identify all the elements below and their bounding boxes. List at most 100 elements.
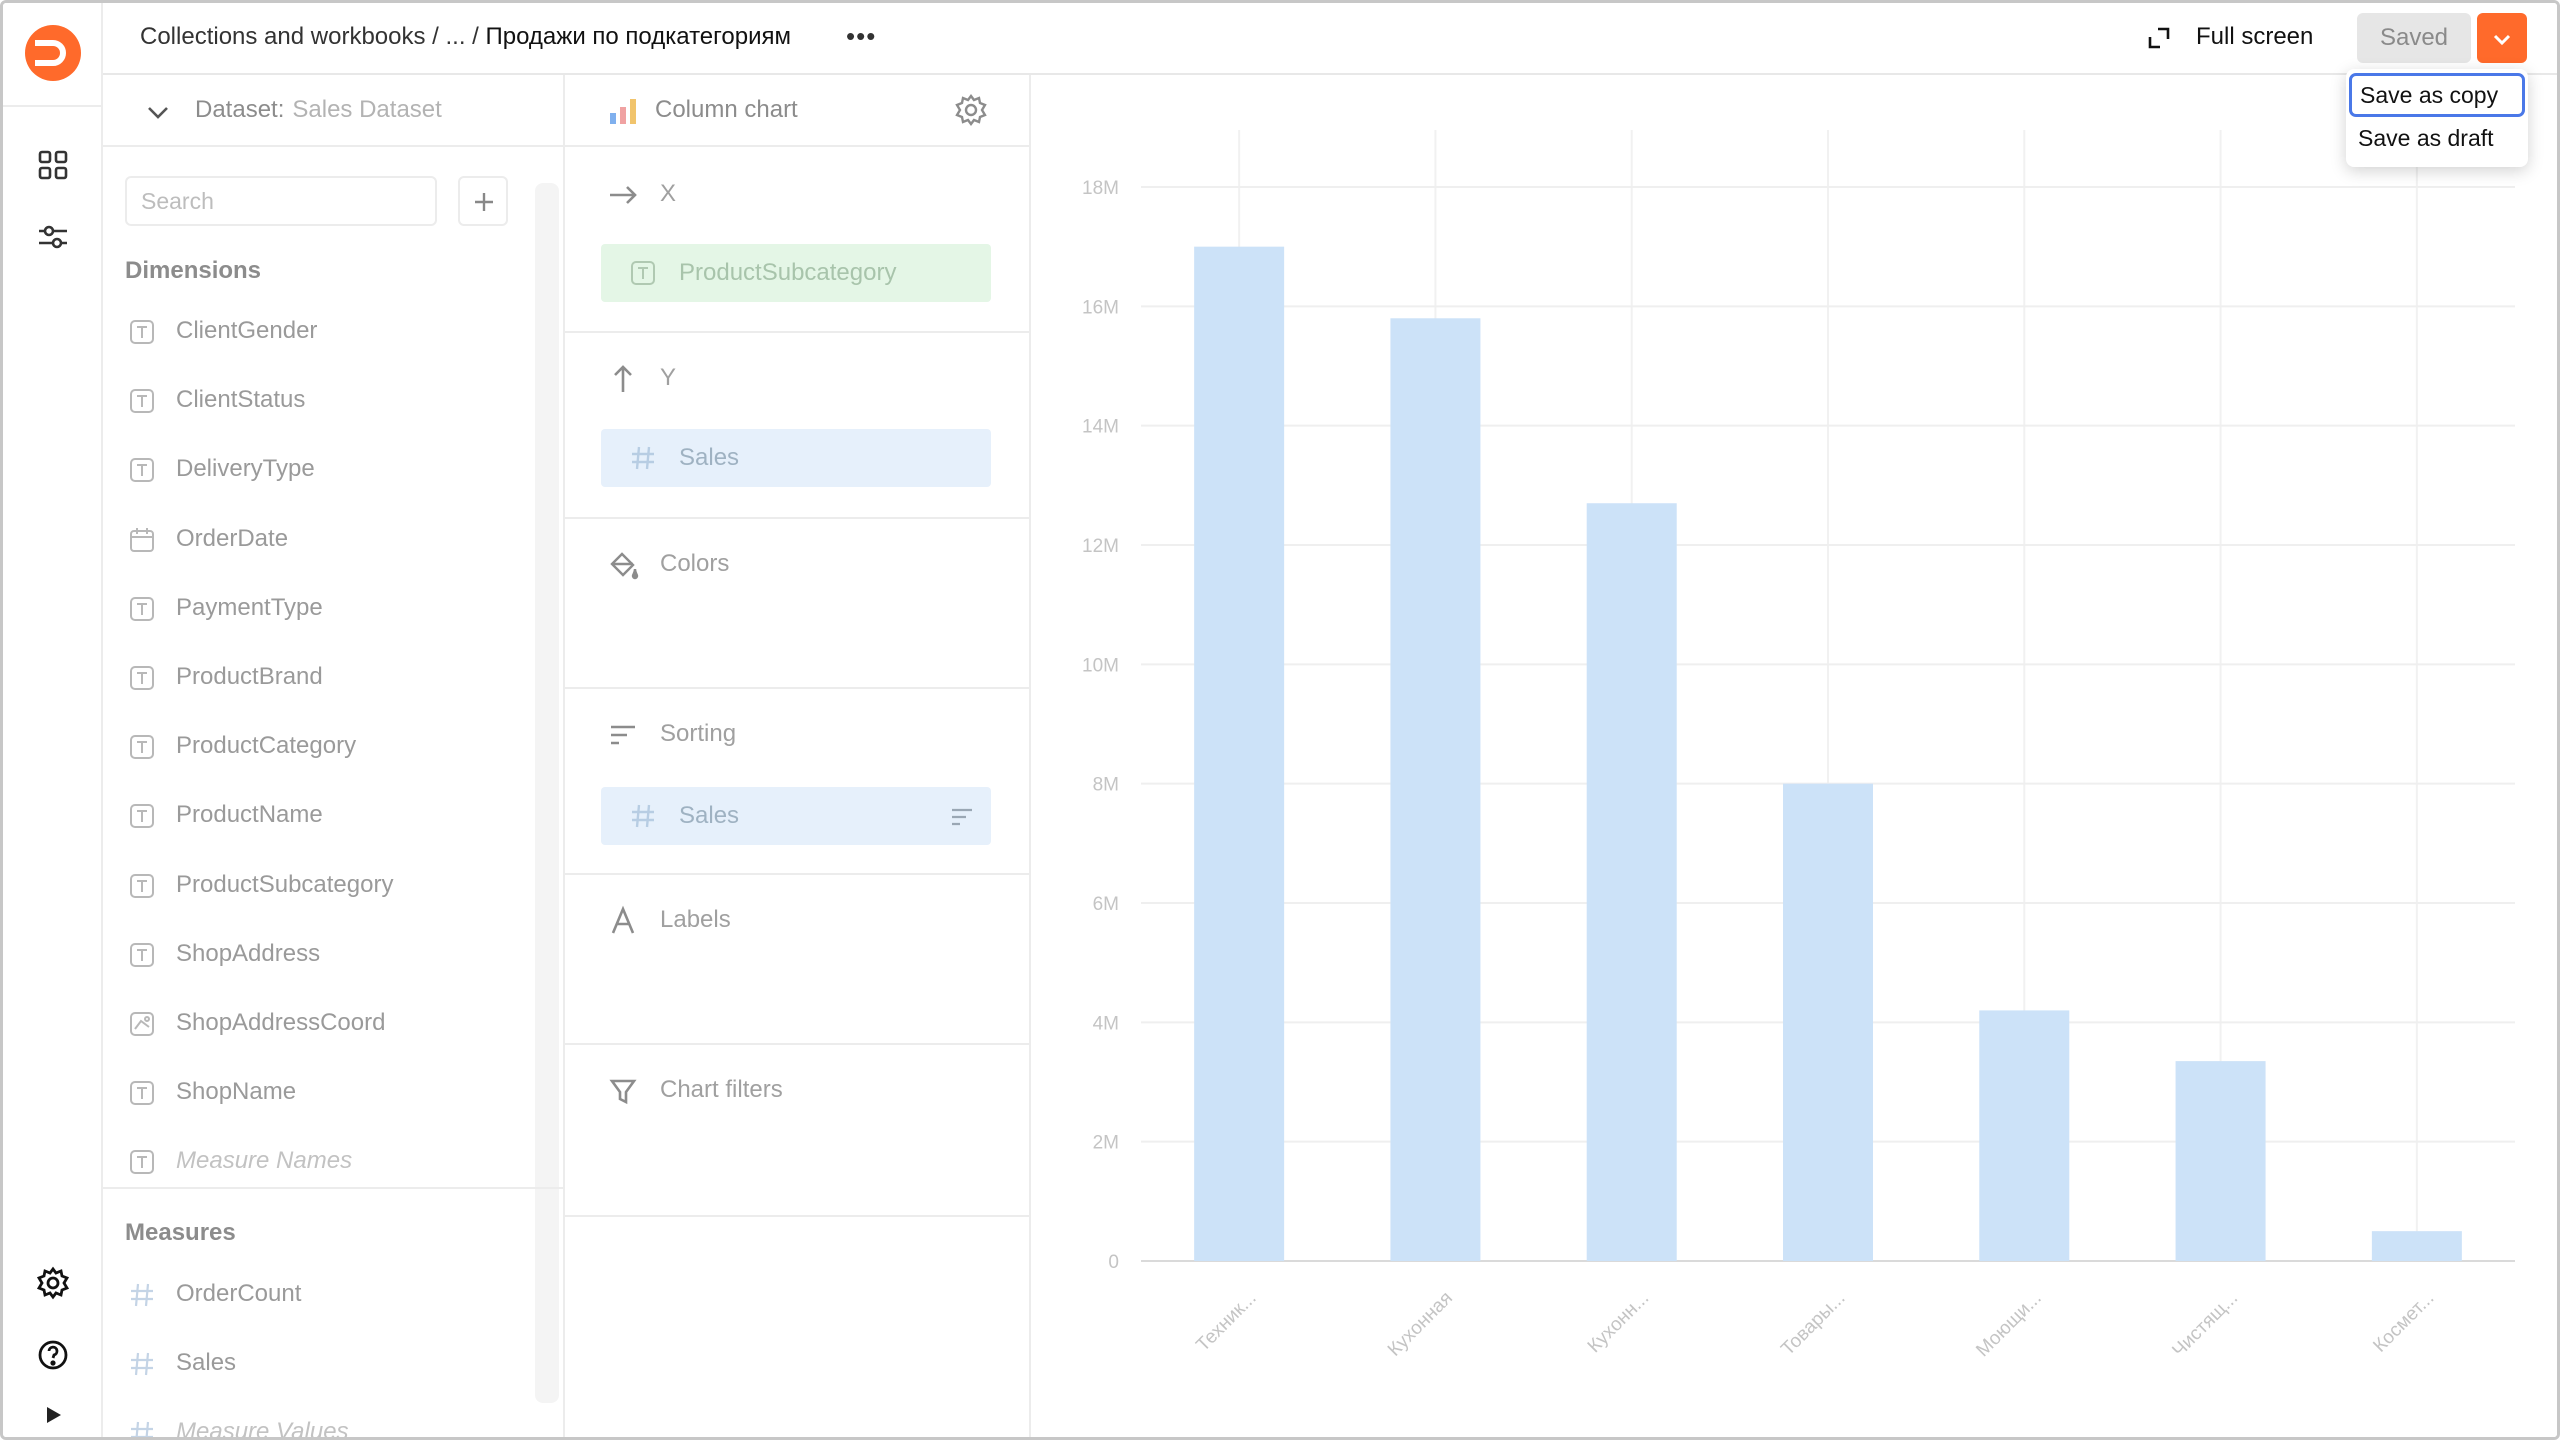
sort-icon — [611, 725, 635, 745]
plus-icon — [475, 193, 493, 211]
fullscreen-button[interactable]: Full screen — [2196, 23, 2313, 51]
breadcrumb-current: Продажи по подкатегориям — [485, 23, 791, 50]
x-tick-label: Чистящ... — [2168, 1288, 2242, 1362]
saved-button[interactable]: Saved — [2357, 13, 2471, 63]
dataset-header[interactable]: Dataset: Sales Dataset — [103, 75, 565, 147]
bar — [1194, 246, 1285, 1261]
dataset-name[interactable]: Sales Dataset — [292, 96, 441, 123]
breadcrumb-path[interactable]: Collections and workbooks / ... / — [140, 23, 486, 50]
save-options-button[interactable] — [2477, 13, 2527, 63]
more-options-button[interactable]: ••• — [846, 21, 876, 52]
sorting-section: Sorting Sales — [565, 689, 1031, 875]
arrow-right-icon — [610, 186, 637, 204]
y-tick-label: 14M — [1082, 417, 1119, 438]
measures-title: Measures — [125, 1219, 236, 1246]
field-label: ShopAddressCoord — [176, 1009, 386, 1036]
field-label: Sales — [176, 1349, 237, 1376]
bar — [1586, 503, 1677, 1261]
chart-settings-gear-icon[interactable] — [953, 92, 989, 128]
field-label: DeliveryType — [176, 455, 315, 483]
filter-icon — [609, 1079, 637, 1105]
x-tick-label: Товары... — [1777, 1288, 1849, 1360]
chart-area: 0 2M 4M 6M 8M 10M 12M 14M 16M 18M Техник... Кухонна… — [1031, 75, 2557, 1437]
chevron-down-icon — [2493, 34, 2511, 46]
bar — [1979, 1010, 2070, 1261]
x-tick-label: Техник... — [1192, 1288, 1260, 1356]
labels-section[interactable]: Labels — [565, 875, 1031, 1045]
y-tick-label: 8M — [1093, 775, 1119, 796]
x-tick-label: Космет... — [2369, 1288, 2438, 1357]
help-icon[interactable] — [35, 1337, 71, 1373]
field-label: ShopName — [176, 1078, 297, 1106]
field-label: Measure Names — [176, 1147, 353, 1175]
text-type-icon — [129, 319, 155, 345]
chart-filters-section[interactable]: Chart filters — [565, 1045, 1031, 1217]
save-options-menu: Save as copy Save as draft — [2346, 69, 2528, 167]
rail-divider — [3, 105, 103, 107]
hash-icon — [632, 804, 654, 828]
x-axis-field-name: ProductSubcategory — [679, 259, 897, 286]
sort-direction-icon[interactable] — [951, 807, 973, 827]
field-label: ProductCategory — [176, 732, 357, 760]
x-tick-label: Кухонная — [1384, 1288, 1457, 1361]
settings-gear-icon[interactable] — [35, 1265, 71, 1301]
y-tick-label: 10M — [1082, 655, 1119, 676]
y-tick-label: 16M — [1082, 297, 1119, 318]
number-type-icon — [129, 1282, 155, 1308]
y-tick-label: 6M — [1093, 894, 1119, 915]
text-type-icon — [129, 1149, 155, 1175]
field-label: OrderDate — [176, 524, 289, 552]
x-axis-field-pill[interactable]: ProductSubcategory — [601, 244, 991, 302]
chevron-down-icon[interactable] — [145, 99, 171, 125]
calendar-type-icon — [129, 527, 155, 553]
y-axis-section: Y Sales — [565, 333, 1031, 519]
dataset-divider — [103, 1187, 565, 1189]
number-type-icon — [129, 1420, 155, 1437]
colors-section[interactable]: Colors — [565, 519, 1031, 689]
number-type-icon — [129, 1351, 155, 1377]
field-search-input[interactable]: Search — [125, 176, 437, 226]
dimensions-title: Dimensions — [125, 257, 262, 284]
colors-label: Colors — [660, 550, 730, 577]
expand-rail-icon[interactable] — [43, 1405, 63, 1425]
column-chart: 0 2M 4M 6M 8M 10M 12M 14M 16M 18M Техник... Кухонна… — [1082, 130, 2515, 1362]
bar — [2371, 1231, 2462, 1261]
field-label: OrderCount — [176, 1280, 302, 1307]
sorting-label: Sorting — [660, 720, 737, 747]
save-as-draft-item[interactable]: Save as draft — [2358, 125, 2494, 152]
field-label: ClientGender — [176, 317, 318, 344]
x-tick-label: Моющи... — [1972, 1288, 2046, 1362]
sorting-field-pill[interactable]: Sales — [601, 787, 991, 845]
add-field-button[interactable] — [458, 176, 508, 226]
y-axis-label: Y — [660, 364, 677, 391]
app-logo[interactable] — [23, 23, 83, 83]
labels-label: Labels — [660, 906, 731, 933]
editor-window: Collections and workbooks / ... / Продаж… — [0, 0, 2560, 1440]
fullscreen-icon[interactable] — [2146, 25, 2172, 51]
field-label: ShopAddress — [176, 939, 321, 967]
text-type-icon — [631, 261, 655, 285]
collections-icon[interactable] — [35, 147, 71, 183]
y-axis-field-pill[interactable]: Sales — [601, 429, 991, 487]
sliders-icon[interactable] — [35, 219, 71, 255]
text-type-icon — [129, 665, 155, 691]
breadcrumb[interactable]: Collections and workbooks / ... / Продаж… — [140, 23, 791, 51]
geo-type-icon — [129, 1011, 155, 1037]
save-as-copy-item[interactable]: Save as copy — [2349, 73, 2525, 117]
text-type-icon — [129, 457, 155, 483]
chart-type-label[interactable]: Column chart — [655, 96, 798, 124]
field-label: ClientStatus — [176, 386, 306, 414]
hash-icon — [632, 446, 654, 470]
text-type-icon — [129, 803, 155, 829]
text-type-icon — [129, 388, 155, 414]
field-label: ProductName — [176, 801, 323, 829]
visualization-header[interactable]: Column chart — [565, 75, 1031, 147]
y-tick-label: 18M — [1082, 178, 1119, 199]
text-type-icon — [129, 734, 155, 760]
text-label-icon — [611, 905, 635, 934]
x-tick-label: Кухонн... — [1584, 1288, 1653, 1357]
y-tick-label: 2M — [1093, 1133, 1119, 1154]
y-tick-label: 0 — [1108, 1252, 1119, 1273]
text-type-icon — [129, 942, 155, 968]
dataset-scrollbar[interactable] — [535, 183, 559, 1403]
